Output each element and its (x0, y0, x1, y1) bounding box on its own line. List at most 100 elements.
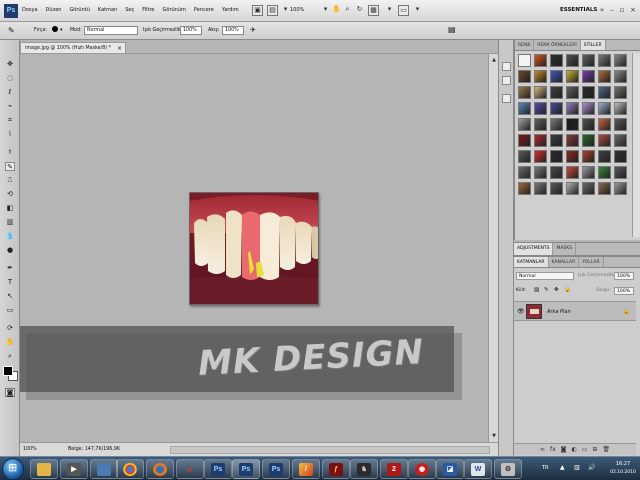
lock-position-icon[interactable]: ✥ (554, 287, 559, 293)
style-swatch[interactable] (550, 102, 563, 115)
style-swatch[interactable] (550, 86, 563, 99)
quick-select-tool-icon[interactable]: ⌁ (5, 102, 15, 111)
style-swatch[interactable] (566, 86, 579, 99)
style-swatch[interactable] (534, 182, 547, 195)
canvas-vertical-scrollbar[interactable]: ▲ ▼ (488, 54, 498, 442)
tab-paths[interactable]: YOLLAR (579, 257, 604, 267)
clock-date[interactable]: 02.10.2010 (608, 470, 638, 475)
path-select-tool-icon[interactable]: ↖ (5, 292, 15, 301)
scroll-up-icon[interactable]: ▲ (490, 56, 498, 64)
network-icon[interactable]: ▥ (574, 464, 580, 471)
style-swatch[interactable] (534, 166, 547, 179)
layer-style-icon[interactable]: fx (550, 444, 556, 455)
gradient-tool-icon[interactable]: ▥ (5, 218, 15, 227)
style-swatch[interactable] (550, 150, 563, 163)
style-swatch[interactable] (598, 150, 611, 163)
style-swatch[interactable] (582, 102, 595, 115)
style-swatch[interactable] (598, 102, 611, 115)
brush-presets-panel-icon[interactable] (502, 94, 511, 103)
eraser-tool-icon[interactable]: ◧ (5, 204, 15, 213)
style-swatch[interactable] (518, 150, 531, 163)
style-swatch[interactable] (566, 70, 579, 83)
style-swatch[interactable] (582, 150, 595, 163)
dental-photo[interactable] (189, 192, 319, 305)
style-swatch[interactable] (582, 54, 595, 67)
taskbar-app-program[interactable]: ⚙ (494, 459, 522, 479)
brush-tool-icon-active[interactable]: ✎ (5, 162, 15, 171)
add-mask-icon[interactable]: ◙ (561, 444, 567, 455)
taskbar-app-5[interactable]: 2 (380, 459, 408, 479)
minimize-icon[interactable]: – (607, 5, 617, 15)
brush-preset-picker[interactable] (52, 26, 58, 32)
style-swatch[interactable] (614, 102, 627, 115)
lock-pixels-icon[interactable]: ✎ (544, 287, 549, 293)
brush-panel-icon[interactable]: ▤ (448, 25, 456, 34)
menu-edit[interactable]: Düzen (46, 7, 62, 13)
style-swatch[interactable] (518, 182, 531, 195)
menu-window[interactable]: Pencere (194, 7, 214, 13)
workspace-switcher[interactable]: ESSENTIALS (560, 7, 597, 13)
brush-tool-icon[interactable]: ✎ (8, 26, 15, 35)
style-swatch[interactable] (598, 118, 611, 131)
style-swatch[interactable] (518, 70, 531, 83)
move-tool-icon[interactable]: ✥ (5, 60, 15, 69)
eyedropper-tool-icon[interactable]: ⌇ (5, 130, 15, 139)
menu-select[interactable]: Seç (125, 7, 134, 13)
menu-layer[interactable]: Katman (98, 7, 117, 13)
arrange-dropdown-icon[interactable]: ▾ (384, 5, 395, 16)
tab-masks[interactable]: MASKS (553, 243, 577, 255)
screen-mode-dropdown-icon[interactable]: ▾ (412, 5, 423, 16)
lock-transparency-icon[interactable]: ▨ (534, 287, 539, 293)
zoom-dropdown-icon[interactable]: ▾ (320, 5, 331, 16)
taskbar-app-6[interactable]: ◉ (408, 459, 436, 479)
tray-show-icons-icon[interactable]: ▲ (560, 464, 565, 471)
screen-mode-icon[interactable]: ▭ (398, 5, 409, 16)
style-swatch[interactable] (566, 134, 579, 147)
styles-scrollbar[interactable] (632, 53, 640, 237)
style-swatch[interactable] (614, 54, 627, 67)
lock-all-icon[interactable]: 🔒 (564, 287, 571, 293)
volume-icon[interactable]: 🔊 (588, 464, 595, 471)
hand-icon[interactable]: ✋ (331, 5, 342, 16)
taskbar-app-media[interactable]: ▶ (60, 459, 88, 479)
canvas-horizontal-scrollbar[interactable] (170, 446, 490, 454)
taskbar-app-game[interactable]: ♞ (350, 459, 378, 479)
tab-styles[interactable]: STİLLER (580, 40, 606, 50)
style-swatch[interactable] (518, 134, 531, 147)
menu-help[interactable]: Yardım (222, 7, 239, 13)
taskbar-app-3[interactable] (90, 459, 118, 479)
layer-name[interactable]: Arka Plan (547, 309, 571, 315)
style-swatch[interactable] (566, 182, 579, 195)
style-swatch[interactable] (598, 166, 611, 179)
taskbar-app-firefox[interactable] (146, 459, 174, 479)
rotate-icon[interactable]: ↻ (354, 5, 365, 16)
shape-tool-icon[interactable]: ▭ (5, 306, 15, 315)
style-swatch[interactable] (550, 70, 563, 83)
taskbar-app-7[interactable]: ◪ (436, 459, 464, 479)
style-swatch[interactable] (534, 134, 547, 147)
tab-channels[interactable]: KANALLAR (549, 257, 580, 267)
style-swatch[interactable] (614, 182, 627, 195)
style-swatch[interactable] (534, 118, 547, 131)
fill-field[interactable]: 100% (614, 287, 634, 295)
style-swatch[interactable] (614, 150, 627, 163)
start-button[interactable] (2, 458, 24, 480)
airbrush-icon[interactable]: ✈ (250, 26, 256, 34)
style-swatch[interactable] (582, 166, 595, 179)
menu-image[interactable]: Görüntü (69, 7, 89, 13)
tab-adjustments[interactable]: ADJUSTMENTS (514, 243, 554, 255)
history-brush-tool-icon[interactable]: ⟲ (5, 190, 15, 199)
style-swatch[interactable] (518, 166, 531, 179)
style-swatch[interactable] (534, 150, 547, 163)
tab-swatches[interactable]: RENK ÖRNEKLERİ (534, 40, 581, 50)
document-info[interactable]: Belge: 147,7K/196,9K (68, 447, 120, 452)
link-layers-icon[interactable]: ∞ (540, 444, 545, 455)
style-swatch[interactable] (614, 86, 627, 99)
workspace-dropdown-icon[interactable]: » (597, 5, 607, 15)
flow-field[interactable]: 100% (222, 26, 244, 35)
style-swatch[interactable] (614, 118, 627, 131)
style-swatch[interactable] (598, 70, 611, 83)
style-swatch[interactable] (614, 70, 627, 83)
style-swatch[interactable] (518, 118, 531, 131)
style-swatch[interactable] (598, 86, 611, 99)
